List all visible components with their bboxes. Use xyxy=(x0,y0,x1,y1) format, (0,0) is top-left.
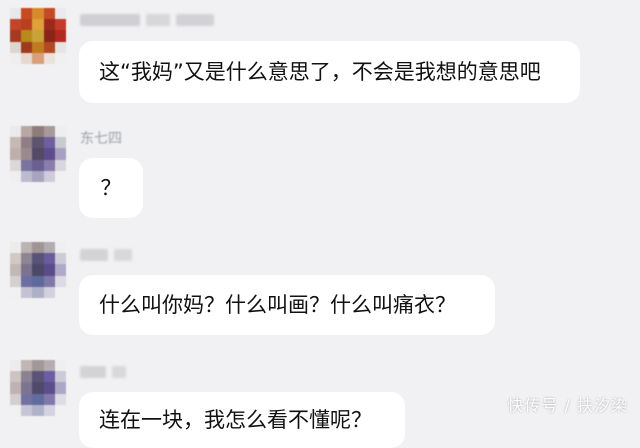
message-text: 什么叫你妈？什么叫画？什么叫痛衣？ xyxy=(99,292,456,317)
sender-name xyxy=(80,247,132,263)
avatar[interactable] xyxy=(10,242,66,298)
message-text: 这“我妈”又是什么意思了，不会是我想的意思吧 xyxy=(99,59,541,84)
avatar[interactable] xyxy=(10,8,66,64)
message-bubble: 连在一块，我怎么看不懂呢？ xyxy=(79,392,405,448)
message-text: 连在一块，我怎么看不懂呢？ xyxy=(99,408,372,432)
watermark: 快传号 / 扶汐染 xyxy=(507,396,628,415)
sender-name xyxy=(80,12,214,28)
message-text: ？ xyxy=(100,175,122,200)
avatar[interactable] xyxy=(10,360,66,416)
avatar[interactable] xyxy=(10,126,66,182)
chat-container: 这“我妈”又是什么意思了，不会是我想的意思吧 东七四 ？ 什么叫你妈？什么叫画？… xyxy=(0,0,640,448)
message-bubble: ？ xyxy=(79,158,143,218)
sender-name: 东七四 xyxy=(80,130,124,147)
sender-name xyxy=(80,364,126,380)
message-bubble: 这“我妈”又是什么意思了，不会是我想的意思吧 xyxy=(79,41,580,103)
message-bubble: 什么叫你妈？什么叫画？什么叫痛衣？ xyxy=(79,275,495,335)
sender-name-text: 东七四 xyxy=(80,131,122,147)
